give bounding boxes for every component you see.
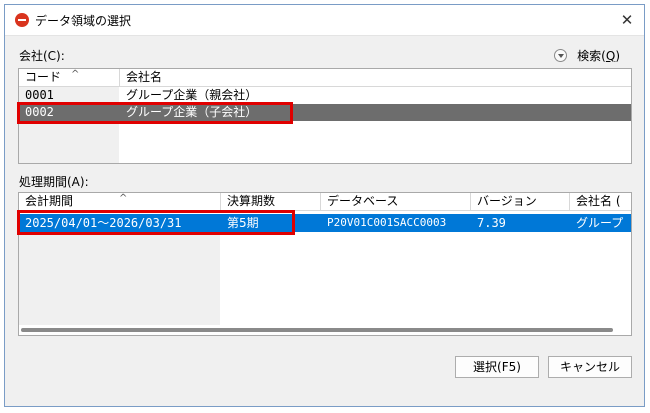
sort-ascending-icon: ^ bbox=[71, 69, 80, 80]
column-header-company-name[interactable]: 会社名 bbox=[120, 69, 631, 87]
column-header-company-name[interactable]: 会社名 ( bbox=[570, 193, 631, 211]
company-code: 0001 bbox=[25, 88, 54, 102]
period-company: グループ bbox=[576, 216, 624, 230]
period-section-label: 処理期間(A): bbox=[19, 175, 89, 189]
column-header-term[interactable]: 決算期数 bbox=[221, 193, 321, 211]
app-logo-icon bbox=[15, 13, 29, 27]
search-key: Q bbox=[605, 48, 616, 63]
dialog-window: データ領域の選択 ✕ 会社(C): 検索(Q) コード ^ 会社名 0001 グ… bbox=[4, 4, 645, 407]
highlight-box-period bbox=[17, 210, 295, 235]
period-column-shade bbox=[19, 233, 220, 325]
period-version: 7.39 bbox=[477, 216, 506, 230]
select-button[interactable]: 選択(F5) bbox=[455, 356, 539, 378]
sort-ascending-icon: ^ bbox=[119, 193, 128, 204]
company-row[interactable]: 0001 グループ企業（親会社） bbox=[19, 87, 631, 103]
cancel-button[interactable]: キャンセル bbox=[548, 356, 632, 378]
period-database: P20V01C001SACC0003 bbox=[327, 216, 447, 229]
column-header-code[interactable]: コード ^ bbox=[19, 69, 120, 87]
window-title: データ領域の選択 bbox=[35, 14, 132, 28]
close-icon[interactable]: ✕ bbox=[616, 9, 638, 31]
column-header-period[interactable]: 会計期間 ^ bbox=[19, 193, 221, 211]
column-header-database[interactable]: データベース bbox=[321, 193, 471, 211]
search-button[interactable]: 検索(Q) bbox=[554, 47, 620, 64]
title-bar: データ領域の選択 ✕ bbox=[5, 5, 644, 36]
horizontal-scrollbar[interactable] bbox=[21, 328, 613, 332]
company-section-label: 会社(C): bbox=[19, 49, 65, 63]
company-name: グループ企業（親会社） bbox=[126, 88, 258, 102]
highlight-box-company bbox=[17, 102, 293, 124]
search-expand-icon bbox=[554, 49, 568, 62]
search-label: 検索 bbox=[577, 49, 602, 63]
column-header-version[interactable]: バージョン bbox=[471, 193, 570, 211]
